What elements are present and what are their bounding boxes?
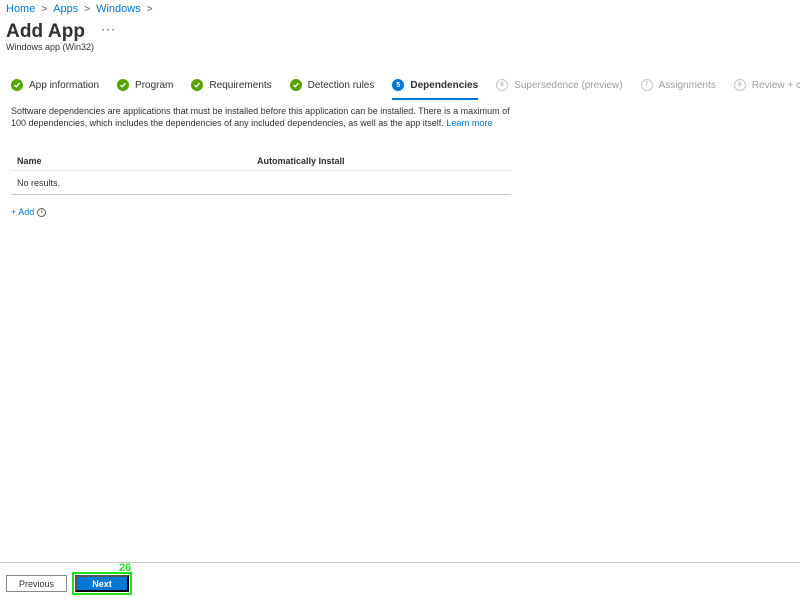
learn-more-link[interactable]: Learn more — [446, 118, 492, 128]
breadcrumb-windows[interactable]: Windows — [96, 3, 141, 15]
tab-app-information[interactable]: App information — [11, 76, 99, 94]
step-label: Supersedence (preview) — [514, 79, 623, 91]
info-icon[interactable]: i — [37, 207, 47, 217]
table-row: No results. — [11, 171, 511, 195]
checkmark-icon — [289, 79, 302, 91]
add-dependency-button[interactable]: + Add i — [11, 207, 47, 217]
table-header: Name Automatically Install — [11, 152, 511, 171]
no-results-text: No results. — [17, 177, 61, 188]
checkmark-icon — [117, 79, 130, 91]
tab-review-create[interactable]: 8 Review + create — [733, 76, 800, 94]
previous-button[interactable]: Previous — [6, 575, 67, 592]
tab-program[interactable]: Program — [117, 76, 173, 94]
step-number-icon: 5 — [392, 79, 405, 91]
add-label: + Add — [11, 207, 35, 217]
next-button[interactable]: Next — [72, 572, 132, 595]
tab-assignments[interactable]: 7 Assignments — [640, 76, 716, 94]
step-label: Requirements — [209, 79, 272, 91]
dependencies-description: Software dependencies are applications t… — [11, 105, 516, 129]
breadcrumb: Home > Apps > Windows > — [6, 3, 159, 15]
step-label: Review + create — [751, 79, 800, 91]
step-label: Dependencies — [410, 79, 479, 91]
step-number-icon: 6 — [496, 79, 509, 91]
wizard-steps: App information Program Requirements Det… — [11, 76, 800, 100]
step-label: App information — [29, 79, 100, 91]
page-title: Add App — [6, 21, 86, 42]
tab-dependencies[interactable]: 5 Dependencies — [392, 76, 479, 100]
tab-requirements[interactable]: Requirements — [191, 76, 272, 94]
chevron-right-icon: > — [146, 3, 153, 15]
step-label: Assignments — [658, 79, 716, 91]
chevron-right-icon: > — [84, 3, 91, 15]
column-header-auto-install[interactable]: Automatically Install — [257, 156, 511, 166]
dependencies-table: Name Automatically Install No results. — [11, 152, 511, 195]
column-header-name[interactable]: Name — [11, 156, 257, 166]
breadcrumb-home[interactable]: Home — [6, 3, 35, 15]
step-number-icon: 8 — [733, 79, 746, 91]
description-text: Software dependencies are applications t… — [11, 106, 510, 128]
step-label: Program — [135, 79, 174, 91]
page-subtitle: Windows app (Win32) — [6, 42, 95, 52]
chevron-right-icon: > — [41, 3, 48, 15]
title-row: Add App ··· — [6, 21, 116, 43]
tab-supersedence[interactable]: 6 Supersedence (preview) — [496, 76, 623, 94]
breadcrumb-apps[interactable]: Apps — [53, 3, 78, 15]
tab-detection-rules[interactable]: Detection rules — [289, 76, 375, 94]
step-marker-label: 26 — [119, 562, 132, 574]
checkmark-icon — [191, 79, 204, 91]
step-number-icon: 7 — [640, 79, 653, 91]
step-label: Detection rules — [307, 79, 375, 91]
checkmark-icon — [11, 79, 23, 91]
more-options-icon[interactable]: ··· — [101, 22, 116, 36]
